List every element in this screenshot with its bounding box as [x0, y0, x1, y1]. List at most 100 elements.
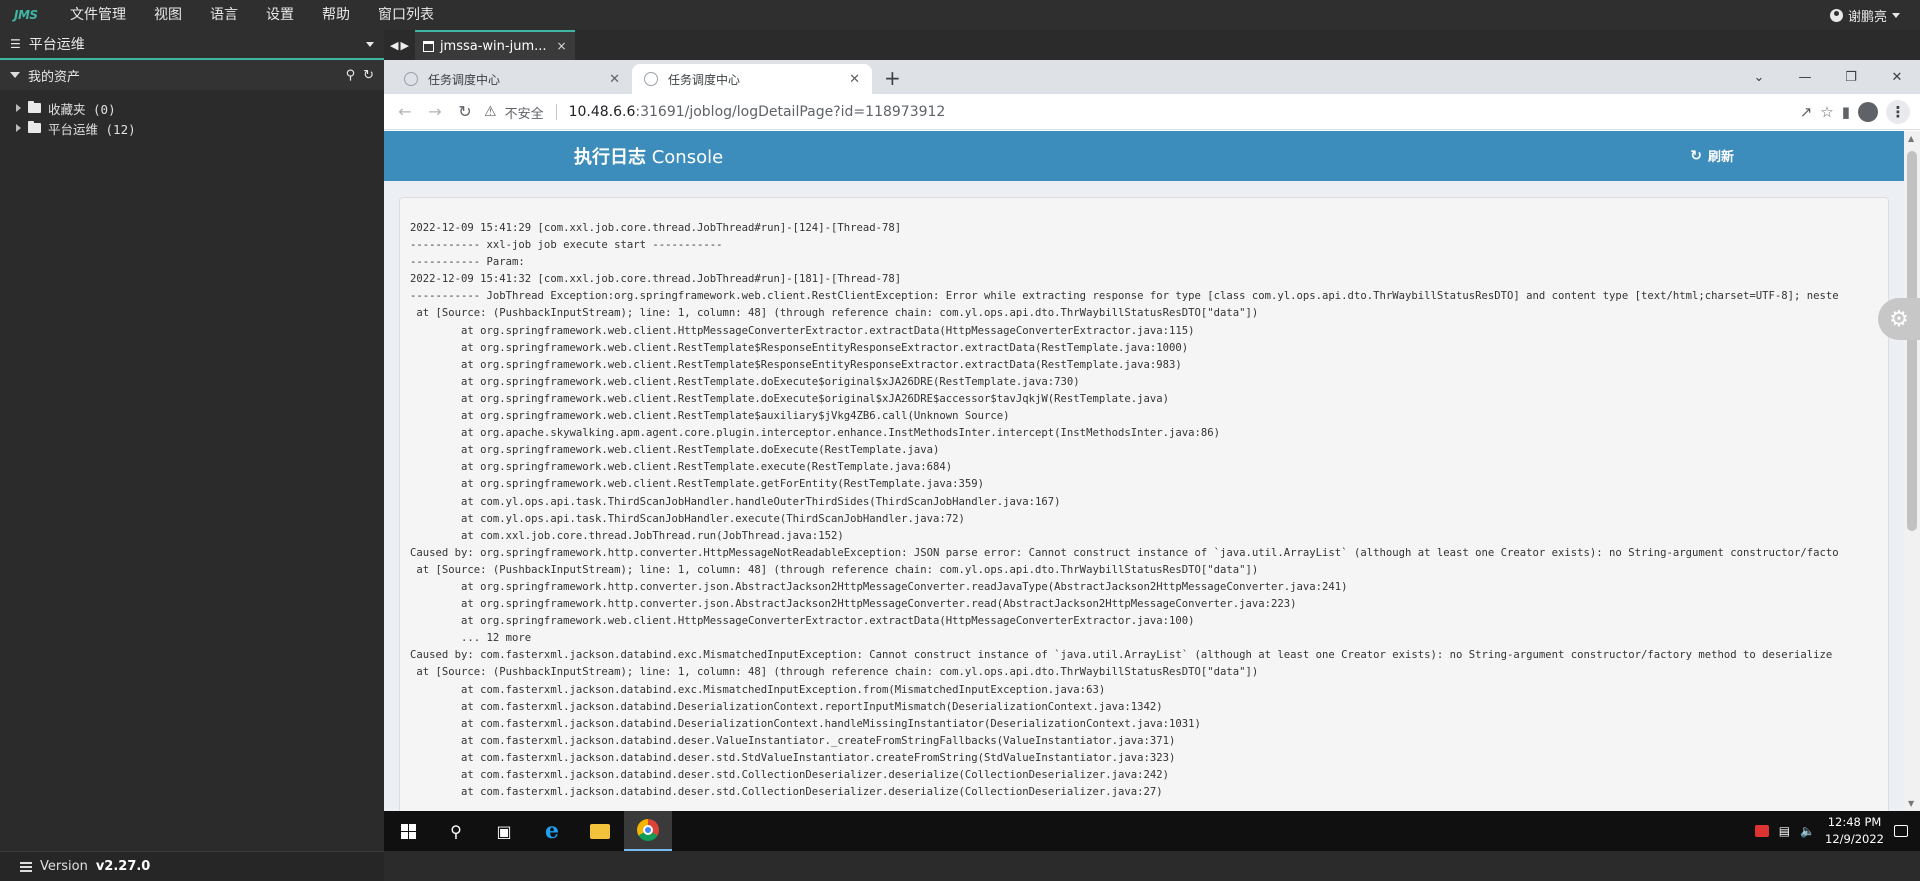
refresh-label: 刷新 — [1707, 150, 1734, 165]
close-icon[interactable]: ✕ — [849, 72, 860, 87]
log-line: at org.springframework.web.client.RestTe… — [410, 461, 953, 474]
settings-gear-icon[interactable]: ⚙ — [1878, 298, 1920, 340]
log-line: 2022-12-09 15:41:29 [com.xxl.job.core.th… — [410, 222, 902, 234]
left-panel: ☰ 平台运维 我的资产 ⚲ ↻ 收藏夹 (0) 平台运维 (12) Versio… — [0, 30, 384, 881]
windows-taskbar: ⚲ ▣ e ▤ 🔈 12:48 PM 12/9/2022 — [384, 811, 1920, 851]
close-icon[interactable]: × — [557, 39, 567, 53]
scroll-up-icon[interactable]: ▲ — [1908, 134, 1914, 143]
log-console: 2022-12-09 15:41:29 [com.xxl.job.core.th… — [399, 197, 1889, 811]
tree-item-label: 收藏夹 (0) — [48, 101, 116, 117]
log-line: Caused by: com.fasterxml.jackson.databin… — [410, 649, 1833, 662]
refresh-button[interactable]: ↻ 刷新 — [1690, 146, 1734, 166]
chevron-down-icon — [366, 41, 374, 47]
folder-icon — [28, 101, 41, 113]
log-line: Caused by: org.springframework.http.conv… — [410, 546, 1839, 559]
browser-toolbar: ← → ↻ ⚠ 不安全 10.48.6.6:31691/joblog/logDe… — [384, 94, 1920, 130]
log-line: at com.fasterxml.jackson.databind.Deseri… — [410, 717, 1201, 730]
menu-view[interactable]: 视图 — [140, 0, 196, 30]
menu-window-list[interactable]: 窗口列表 — [364, 0, 448, 30]
bookmark-star-icon[interactable]: ☆ — [1820, 103, 1833, 121]
refresh-icon: ↻ — [1690, 147, 1702, 164]
log-line: at com.xxl.job.core.thread.JobThread.run… — [410, 529, 844, 542]
ie-icon[interactable]: e — [528, 811, 576, 851]
tree-item-favorites[interactable]: 收藏夹 (0) — [0, 98, 384, 118]
search-icon[interactable]: ⚲ — [346, 68, 356, 83]
panel-toggle[interactable]: ◀ ▶ — [384, 39, 415, 52]
restore-icon[interactable]: ❐ — [1828, 70, 1874, 85]
org-name: 平台运维 — [28, 37, 85, 53]
jms-menubar: JMS 文件管理 视图 语言 设置 帮助 窗口列表 谢鹏亮 — [0, 0, 1920, 30]
reload-icon[interactable]: ↻ — [450, 102, 480, 121]
network-icon[interactable]: ▤ — [1779, 824, 1790, 838]
url-path: :31691/joblog/logDetailPage?id=118973912 — [635, 104, 946, 120]
user-menu[interactable]: 谢鹏亮 — [1829, 0, 1900, 30]
search-icon[interactable]: ⚲ — [432, 811, 480, 851]
version-number: v2.27.0 — [95, 859, 151, 874]
log-line: at org.springframework.web.client.RestTe… — [410, 375, 1080, 388]
session-tab[interactable]: jmssa-win-jum... × — [414, 30, 575, 60]
arrow-right-icon[interactable]: ▶ — [400, 39, 408, 52]
forward-icon[interactable]: → — [420, 102, 450, 121]
browser-tab-active[interactable]: 任务调度中心 ✕ — [632, 64, 872, 94]
log-line: at org.springframework.web.client.RestTe… — [410, 478, 985, 491]
clock[interactable]: 12:48 PM 12/9/2022 — [1825, 814, 1884, 848]
toolbar-actions: ↗ ☆ ▮ ⋮ — [1800, 94, 1910, 130]
task-view-icon[interactable]: ▣ — [480, 811, 528, 851]
my-assets-header[interactable]: 我的资产 ⚲ ↻ — [0, 60, 384, 90]
chrome-icon[interactable] — [624, 811, 672, 851]
page-title-cn: 执行日志 — [574, 147, 646, 168]
browser-tab[interactable]: 任务调度中心 ✕ — [392, 64, 632, 94]
log-line: at com.yl.ops.api.task.ThirdScanJobHandl… — [410, 512, 965, 525]
security-status[interactable]: 不安全 — [505, 103, 544, 122]
menu-help[interactable]: 帮助 — [308, 0, 364, 30]
log-line: at org.springframework.web.client.RestTe… — [410, 444, 940, 457]
share-icon[interactable]: ↗ — [1800, 103, 1813, 121]
url-host: 10.48.6.6 — [568, 104, 636, 120]
windows-logo-icon — [400, 823, 416, 839]
org-selector[interactable]: ☰ 平台运维 — [0, 30, 384, 60]
volume-icon[interactable]: 🔈 — [1800, 824, 1815, 838]
file-explorer-icon[interactable] — [576, 811, 624, 851]
more-menu-icon[interactable]: ⋮ — [1886, 100, 1910, 124]
menu-file-manager[interactable]: 文件管理 — [56, 0, 140, 30]
security-alert-icon[interactable] — [1754, 825, 1769, 837]
notifications-icon[interactable] — [1894, 825, 1908, 837]
log-line: at [Source: (PushbackInputStream); line:… — [410, 307, 1259, 320]
expand-icon[interactable] — [16, 104, 21, 112]
close-window-icon[interactable]: ✕ — [1874, 70, 1920, 85]
log-line: ... 12 more — [410, 632, 532, 645]
log-line: at org.springframework.web.client.RestTe… — [410, 341, 1189, 354]
page-scrollbar[interactable]: ▲ ▼ — [1904, 131, 1920, 811]
log-line: at com.fasterxml.jackson.databind.exc.Mi… — [410, 683, 1106, 696]
expand-icon[interactable] — [16, 124, 21, 132]
start-button[interactable] — [384, 811, 432, 851]
scroll-thumb[interactable] — [1907, 151, 1917, 531]
session-tab-bar: ◀ ▶ jmssa-win-jum... × — [384, 30, 1920, 60]
browser-tab-title: 任务调度中心 — [428, 72, 501, 87]
window-icon — [422, 40, 434, 52]
menu-settings[interactable]: 设置 — [252, 0, 308, 30]
my-assets-title: 我的资产 — [28, 69, 81, 85]
minimize-icon[interactable]: — — [1782, 70, 1828, 85]
new-tab-button[interactable]: + — [884, 68, 901, 88]
back-icon[interactable]: ← — [390, 102, 420, 121]
tree-item-platform-ops[interactable]: 平台运维 (12) — [0, 118, 384, 138]
address-bar[interactable]: ⚠ 不安全 10.48.6.6:31691/joblog/logDetailPa… — [484, 97, 1784, 127]
menu-icon[interactable] — [20, 861, 32, 872]
system-tray: ▤ 🔈 12:48 PM 12/9/2022 — [1754, 811, 1920, 851]
arrow-left-icon[interactable]: ◀ — [390, 39, 398, 52]
version-label: Version — [40, 859, 88, 874]
refresh-icon[interactable]: ↻ — [363, 68, 374, 83]
menu-language[interactable]: 语言 — [196, 0, 252, 30]
remote-desktop[interactable]: 任务调度中心 ✕ 任务调度中心 ✕ + ⌄ — ❐ ✕ ← → ↻ ⚠ 不安全 … — [384, 60, 1920, 881]
log-line: at org.springframework.http.converter.js… — [410, 598, 1297, 611]
scroll-down-icon[interactable]: ▼ — [1908, 799, 1914, 808]
close-icon[interactable]: ✕ — [609, 72, 620, 87]
chevron-down-icon — [1892, 12, 1900, 18]
profile-icon[interactable] — [1858, 102, 1878, 122]
tab-search-icon[interactable]: ⌄ — [1736, 70, 1782, 85]
side-panel-icon[interactable]: ▮ — [1842, 103, 1850, 121]
user-icon — [1829, 8, 1843, 22]
warning-icon[interactable]: ⚠ — [484, 104, 497, 120]
org-tree-icon: ☰ — [10, 37, 21, 51]
